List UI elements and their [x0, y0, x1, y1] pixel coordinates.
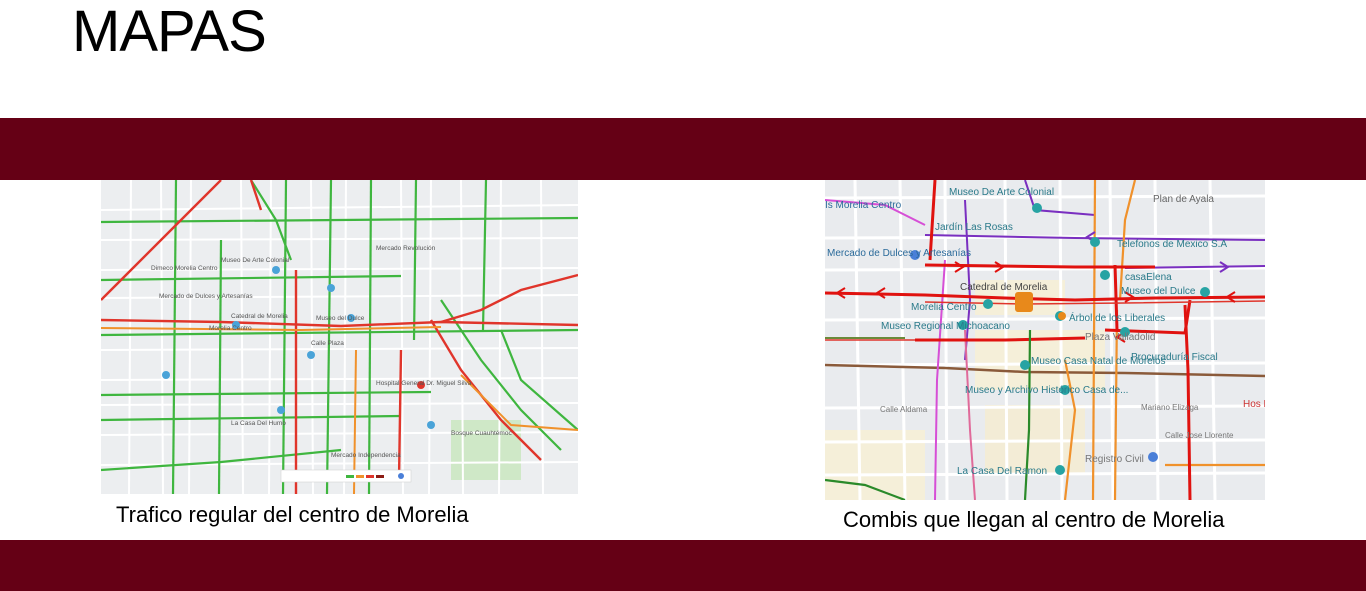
right-map-label: Calle Jose Llorente: [1165, 431, 1234, 440]
right-map-label: casaElena: [1125, 272, 1172, 283]
combis-map-caption: Combis que llegan al centro de Morelia: [843, 507, 1225, 532]
right-map-label: Jardín Las Rosas: [935, 222, 1013, 233]
right-map-label: Árbol de los Liberales: [1069, 311, 1165, 324]
left-map-label: Morelia Centro: [209, 325, 252, 332]
right-map-label: Museo del Dulce: [1121, 286, 1196, 297]
left-map-label: Catedral de Morelia: [231, 313, 288, 320]
right-map-label: Plaza Valladolid: [1085, 332, 1155, 343]
slide-title: MAPAS: [72, 0, 267, 64]
traffic-map-caption: Trafico regular del centro de Morelia: [116, 502, 469, 527]
right-map-label: Mariano Elizaga: [1141, 403, 1199, 412]
left-map-label: Bosque Cuauhtémoc: [451, 430, 512, 437]
right-map-label: Catedral de Morelia: [960, 282, 1048, 293]
header-band: [0, 118, 1366, 180]
right-map-label: Museo Regional Michoacano: [881, 321, 1010, 332]
right-map-label: Mercado de Dulces y Artesanías: [827, 248, 971, 259]
right-map-label: Museo De Arte Colonial: [949, 187, 1054, 198]
left-map-label: Dimeco Morelia Centro: [151, 265, 218, 272]
right-map-label: Calle Aldama: [880, 405, 928, 414]
left-map-label: Museo De Arte Colonial: [221, 257, 290, 264]
left-map-label: Mercado Revolución: [376, 245, 436, 252]
right-map-label: Museo Casa Natal de Morelos: [1031, 356, 1166, 367]
right-map-label: Museo y Archivo Histórico Casa de...: [965, 385, 1128, 396]
left-map-label: Museo del Dulce: [316, 315, 365, 322]
combis-routes-map: Museo De Arte Colonial Plan de Ayala Tel…: [825, 180, 1265, 500]
right-map-label: Hos Dr.: [1243, 399, 1265, 410]
left-map-label: Calle Plaza: [311, 340, 344, 347]
right-map-label: Plan de Ayala: [1153, 194, 1214, 205]
traffic-map: Museo De Arte Colonial Mercado Revolució…: [101, 180, 578, 494]
right-map-label: Is Morelia Centro: [825, 200, 902, 211]
left-map-label: Mercado de Dulces y Artesanías: [159, 293, 253, 300]
footer-band: [0, 540, 1366, 591]
left-map-label: Hospital General Dr. Miguel Silva: [376, 380, 472, 387]
left-map-label: Mercado Independencia: [331, 452, 401, 459]
right-map-label: Registro Civil: [1085, 454, 1144, 465]
right-map-label: La Casa Del Ramon: [957, 466, 1047, 477]
right-map-label: Telefonos de Mexico S.A: [1117, 239, 1227, 250]
left-map-label: La Casa Del Humo: [231, 420, 286, 427]
right-map-label: Morelia Centro: [911, 302, 977, 313]
